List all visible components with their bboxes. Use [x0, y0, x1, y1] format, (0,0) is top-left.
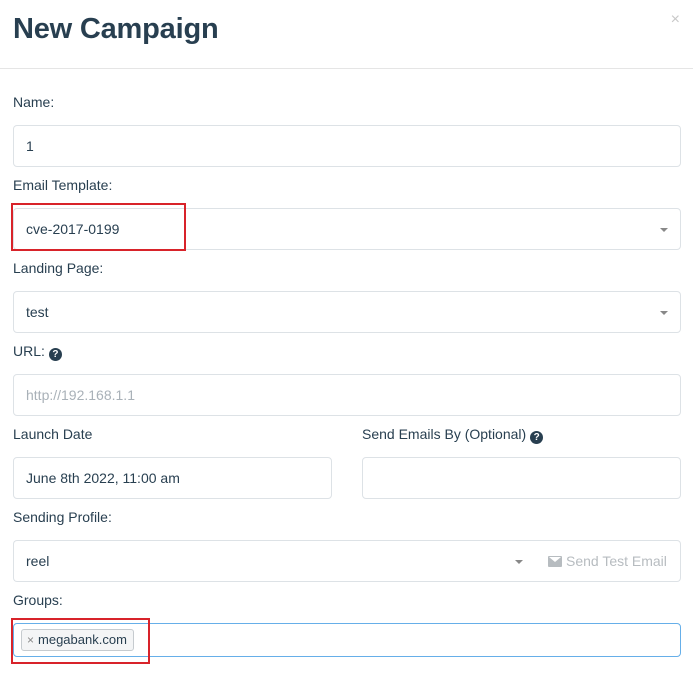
name-input[interactable]: 1	[13, 125, 681, 167]
envelope-icon	[548, 556, 562, 567]
landing-page-label: Landing Page:	[13, 260, 104, 276]
send-emails-by-label-wrap: Send Emails By (Optional)?	[362, 425, 544, 444]
send-test-email-label: Send Test Email	[566, 553, 667, 569]
email-template-value: cve-2017-0199	[26, 221, 120, 237]
send-emails-by-label: Send Emails By (Optional)	[362, 426, 527, 442]
launch-date-input[interactable]: June 8th 2022, 11:00 am	[13, 457, 332, 499]
group-tag: × megabank.com	[21, 629, 134, 651]
groups-label: Groups:	[13, 592, 63, 608]
question-circle-icon[interactable]: ?	[530, 431, 544, 444]
modal-header: New Campaign ×	[0, 0, 693, 69]
url-label-wrap: URL:?	[13, 342, 62, 361]
sending-profile-label: Sending Profile:	[13, 509, 112, 525]
email-template-select[interactable]: cve-2017-0199	[13, 208, 681, 250]
chevron-down-icon	[660, 311, 668, 315]
question-circle-icon[interactable]: ?	[48, 348, 62, 361]
group-tag-label: megabank.com	[38, 632, 127, 647]
groups-input[interactable]: × megabank.com	[13, 623, 681, 657]
url-input[interactable]: http://192.168.1.1	[13, 374, 681, 416]
launch-date-label: Launch Date	[13, 426, 93, 442]
landing-page-select[interactable]: test	[13, 291, 681, 333]
send-test-email-button[interactable]: Send Test Email	[534, 540, 681, 582]
name-label: Name:	[13, 94, 55, 110]
chevron-down-icon	[515, 560, 523, 564]
chevron-down-icon	[660, 228, 668, 232]
sending-profile-value: reel	[26, 553, 50, 569]
landing-page-value: test	[26, 304, 49, 320]
modal-title: New Campaign	[13, 13, 219, 45]
url-label: URL:	[13, 343, 45, 359]
sending-profile-select[interactable]: reel	[13, 540, 535, 582]
send-emails-by-input[interactable]	[362, 457, 681, 499]
remove-tag-icon[interactable]: ×	[27, 633, 34, 647]
close-icon[interactable]: ×	[671, 12, 680, 28]
email-template-label: Email Template:	[13, 177, 113, 193]
